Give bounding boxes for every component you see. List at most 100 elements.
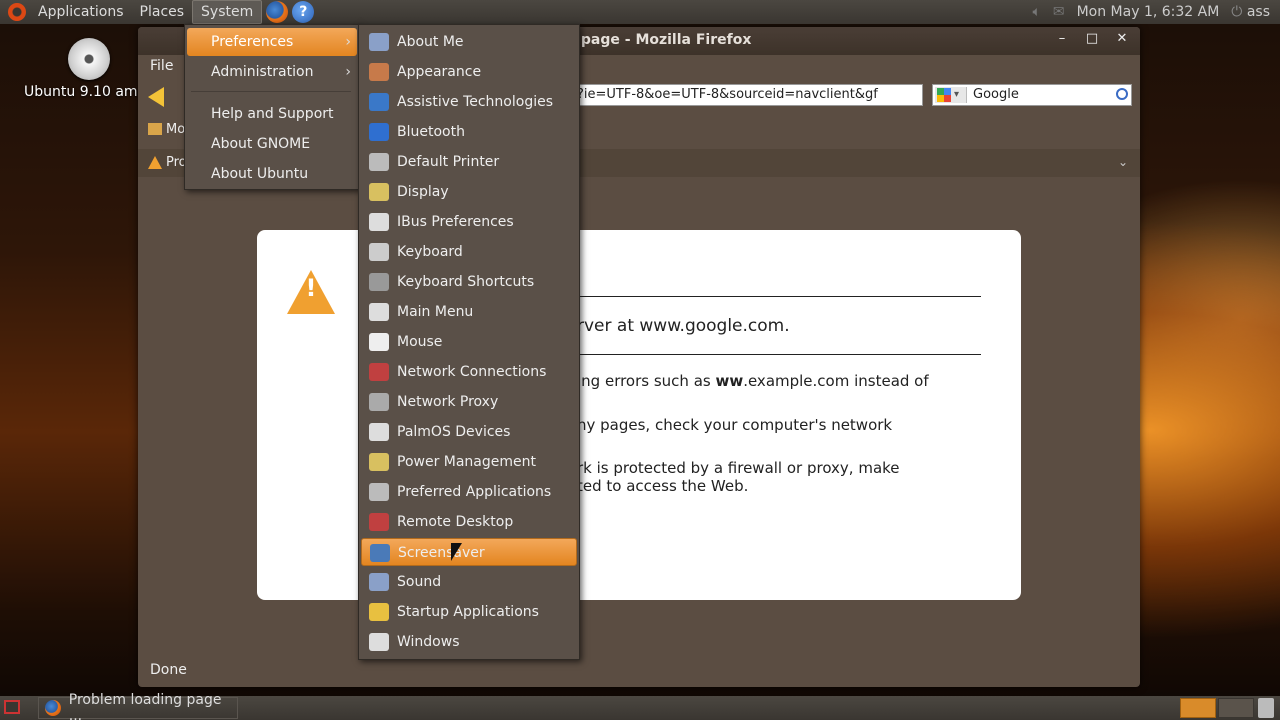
error-line-4: rk is protected by a firewall or proxy, … — [577, 459, 900, 477]
search-input[interactable]: Google — [973, 85, 1019, 105]
maximize-button[interactable]: □ — [1084, 31, 1100, 47]
ubuntu-logo-icon[interactable] — [8, 3, 26, 21]
search-icon[interactable] — [1116, 88, 1128, 100]
menu-item-help[interactable]: Help and Support — [187, 100, 357, 128]
menu-item-preferences[interactable]: Preferences › — [187, 28, 357, 56]
chevron-right-icon: › — [345, 34, 351, 50]
menu-item-display[interactable]: Display — [361, 178, 577, 206]
menu-item-remote-desktop[interactable]: Remote Desktop — [361, 508, 577, 536]
divider — [577, 354, 981, 355]
system-menu: Preferences › Administration › Help and Su… — [184, 24, 360, 190]
menu-item-about-ubuntu[interactable]: About Ubuntu — [187, 160, 357, 188]
menu-item-label: Remote Desktop — [397, 514, 514, 530]
page-content: ! rver at www.google.com. ing errors suc… — [138, 177, 1140, 657]
menu-item-label: Default Printer — [397, 154, 500, 170]
menu-item-assistive-technologies[interactable]: Assistive Technologies — [361, 88, 577, 116]
menu-item-label: Screensaver — [398, 545, 485, 561]
menu-item-keyboard[interactable]: Keyboard — [361, 238, 577, 266]
menu-item-appearance[interactable]: Appearance — [361, 58, 577, 86]
search-bar[interactable]: ▾ Google — [932, 84, 1132, 106]
menu-item-label: About Me — [397, 34, 464, 50]
error-line-2-post: .example.com instead of — [743, 372, 929, 390]
trash-icon[interactable] — [1258, 698, 1274, 718]
cd-icon — [68, 38, 110, 80]
menu-item-startup-applications[interactable]: Startup Applications — [361, 598, 577, 626]
menu-item-about-me[interactable]: About Me — [361, 28, 577, 56]
menu-item-label: Keyboard — [397, 244, 463, 260]
mouse-icon — [369, 333, 389, 351]
menu-item-label: Mouse — [397, 334, 443, 350]
menu-item-label: Preferred Applications — [397, 484, 552, 500]
menu-item-screensaver[interactable]: Screensaver — [361, 538, 577, 566]
power-icon: ⏻ — [1231, 4, 1247, 20]
sound-icon — [369, 573, 389, 591]
clock[interactable]: Mon May 1, 6:32 AM — [1077, 4, 1220, 20]
taskbar-item-label: Problem loading page ... — [68, 692, 222, 720]
user-menu[interactable]: ⏻ ass — [1231, 4, 1270, 20]
menu-separator — [191, 91, 351, 92]
folder-icon — [148, 123, 162, 135]
menu-item-preferred-applications[interactable]: Preferred Applications — [361, 478, 577, 506]
menu-item-mouse[interactable]: Mouse — [361, 328, 577, 356]
workspace-1[interactable] — [1180, 698, 1216, 718]
preferred-apps-icon — [369, 483, 389, 501]
error-line-3: ny pages, check your computer's network — [577, 416, 893, 434]
menu-item-label: Bluetooth — [397, 124, 465, 140]
help-launcher-icon[interactable]: ? — [292, 1, 315, 23]
menu-item-ibus-preferences[interactable]: IBus Preferences — [361, 208, 577, 236]
warning-icon — [148, 156, 162, 169]
panel-tray: 🔈︎ ✉︎ Mon May 1, 6:32 AM ⏻ ass — [1032, 4, 1280, 20]
windows-icon — [369, 633, 389, 651]
places-menu[interactable]: Places — [132, 0, 193, 24]
chevron-down-icon[interactable]: ⌄ — [1118, 155, 1128, 169]
close-button[interactable]: ✕ — [1114, 31, 1130, 47]
cd-label: Ubuntu 9.10 amd — [24, 84, 147, 100]
menu-item-main-menu[interactable]: Main Menu — [361, 298, 577, 326]
taskbar-firefox-item[interactable]: Problem loading page ... — [38, 692, 238, 720]
menu-item-label: Network Proxy — [397, 394, 499, 410]
menu-item-network-connections[interactable]: Network Connections — [361, 358, 577, 386]
bookmark-item[interactable]: Mo — [166, 122, 185, 137]
menu-item-palmos-devices[interactable]: PalmOS Devices — [361, 418, 577, 446]
menu-item-network-proxy[interactable]: Network Proxy — [361, 388, 577, 416]
appearance-icon — [369, 63, 389, 81]
error-line-5: ted to access the Web. — [577, 477, 749, 495]
menu-item-about-gnome[interactable]: About GNOME — [187, 130, 357, 158]
workspace-2[interactable] — [1218, 698, 1254, 718]
menu-item-bluetooth[interactable]: Bluetooth — [361, 118, 577, 146]
applications-menu[interactable]: Applications — [30, 0, 132, 24]
menu-item-label: Preferences — [211, 34, 294, 50]
url-bar[interactable]: ?ie=UTF-8&oe=UTF-8&sourceid=navclient&gf — [566, 84, 923, 106]
info-icon — [369, 213, 389, 231]
firefox-launcher-icon[interactable] — [266, 1, 289, 23]
error-line-2: ing errors such as ww.example.com instea… — [577, 372, 929, 390]
menu-item-windows[interactable]: Windows — [361, 628, 577, 656]
chevron-right-icon: › — [345, 64, 351, 80]
menu-item-administration[interactable]: Administration › — [187, 58, 357, 86]
error-line-2-bold: ww — [715, 372, 744, 390]
network-icon — [369, 363, 389, 381]
menu-item-sound[interactable]: Sound — [361, 568, 577, 596]
menu-item-keyboard-shortcuts[interactable]: Keyboard Shortcuts — [361, 268, 577, 296]
top-panel: Applications Places System ? 🔈︎ ✉︎ Mon M… — [0, 0, 1280, 24]
power-icon — [369, 453, 389, 471]
volume-icon[interactable]: 🔈︎ — [1032, 4, 1040, 20]
google-icon — [937, 88, 951, 102]
menu-item-label: Network Connections — [397, 364, 547, 380]
menu-item-label: Display — [397, 184, 449, 200]
show-desktop-icon[interactable] — [4, 700, 20, 714]
search-engine-selector[interactable]: ▾ — [935, 87, 967, 103]
back-arrow-icon[interactable] — [148, 87, 164, 107]
minimize-button[interactable]: – — [1054, 31, 1070, 47]
mail-icon[interactable]: ✉︎ — [1053, 4, 1065, 20]
printer-icon — [369, 153, 389, 171]
remote-desktop-icon — [369, 513, 389, 531]
user-icon — [369, 33, 389, 51]
menu-item-default-printer[interactable]: Default Printer — [361, 148, 577, 176]
screensaver-icon — [370, 544, 390, 562]
keyboard-shortcuts-icon — [369, 273, 389, 291]
username: ass — [1246, 4, 1270, 20]
menu-file[interactable]: File — [150, 55, 173, 77]
menu-item-power-management[interactable]: Power Management — [361, 448, 577, 476]
system-menu-button[interactable]: System — [192, 0, 263, 24]
